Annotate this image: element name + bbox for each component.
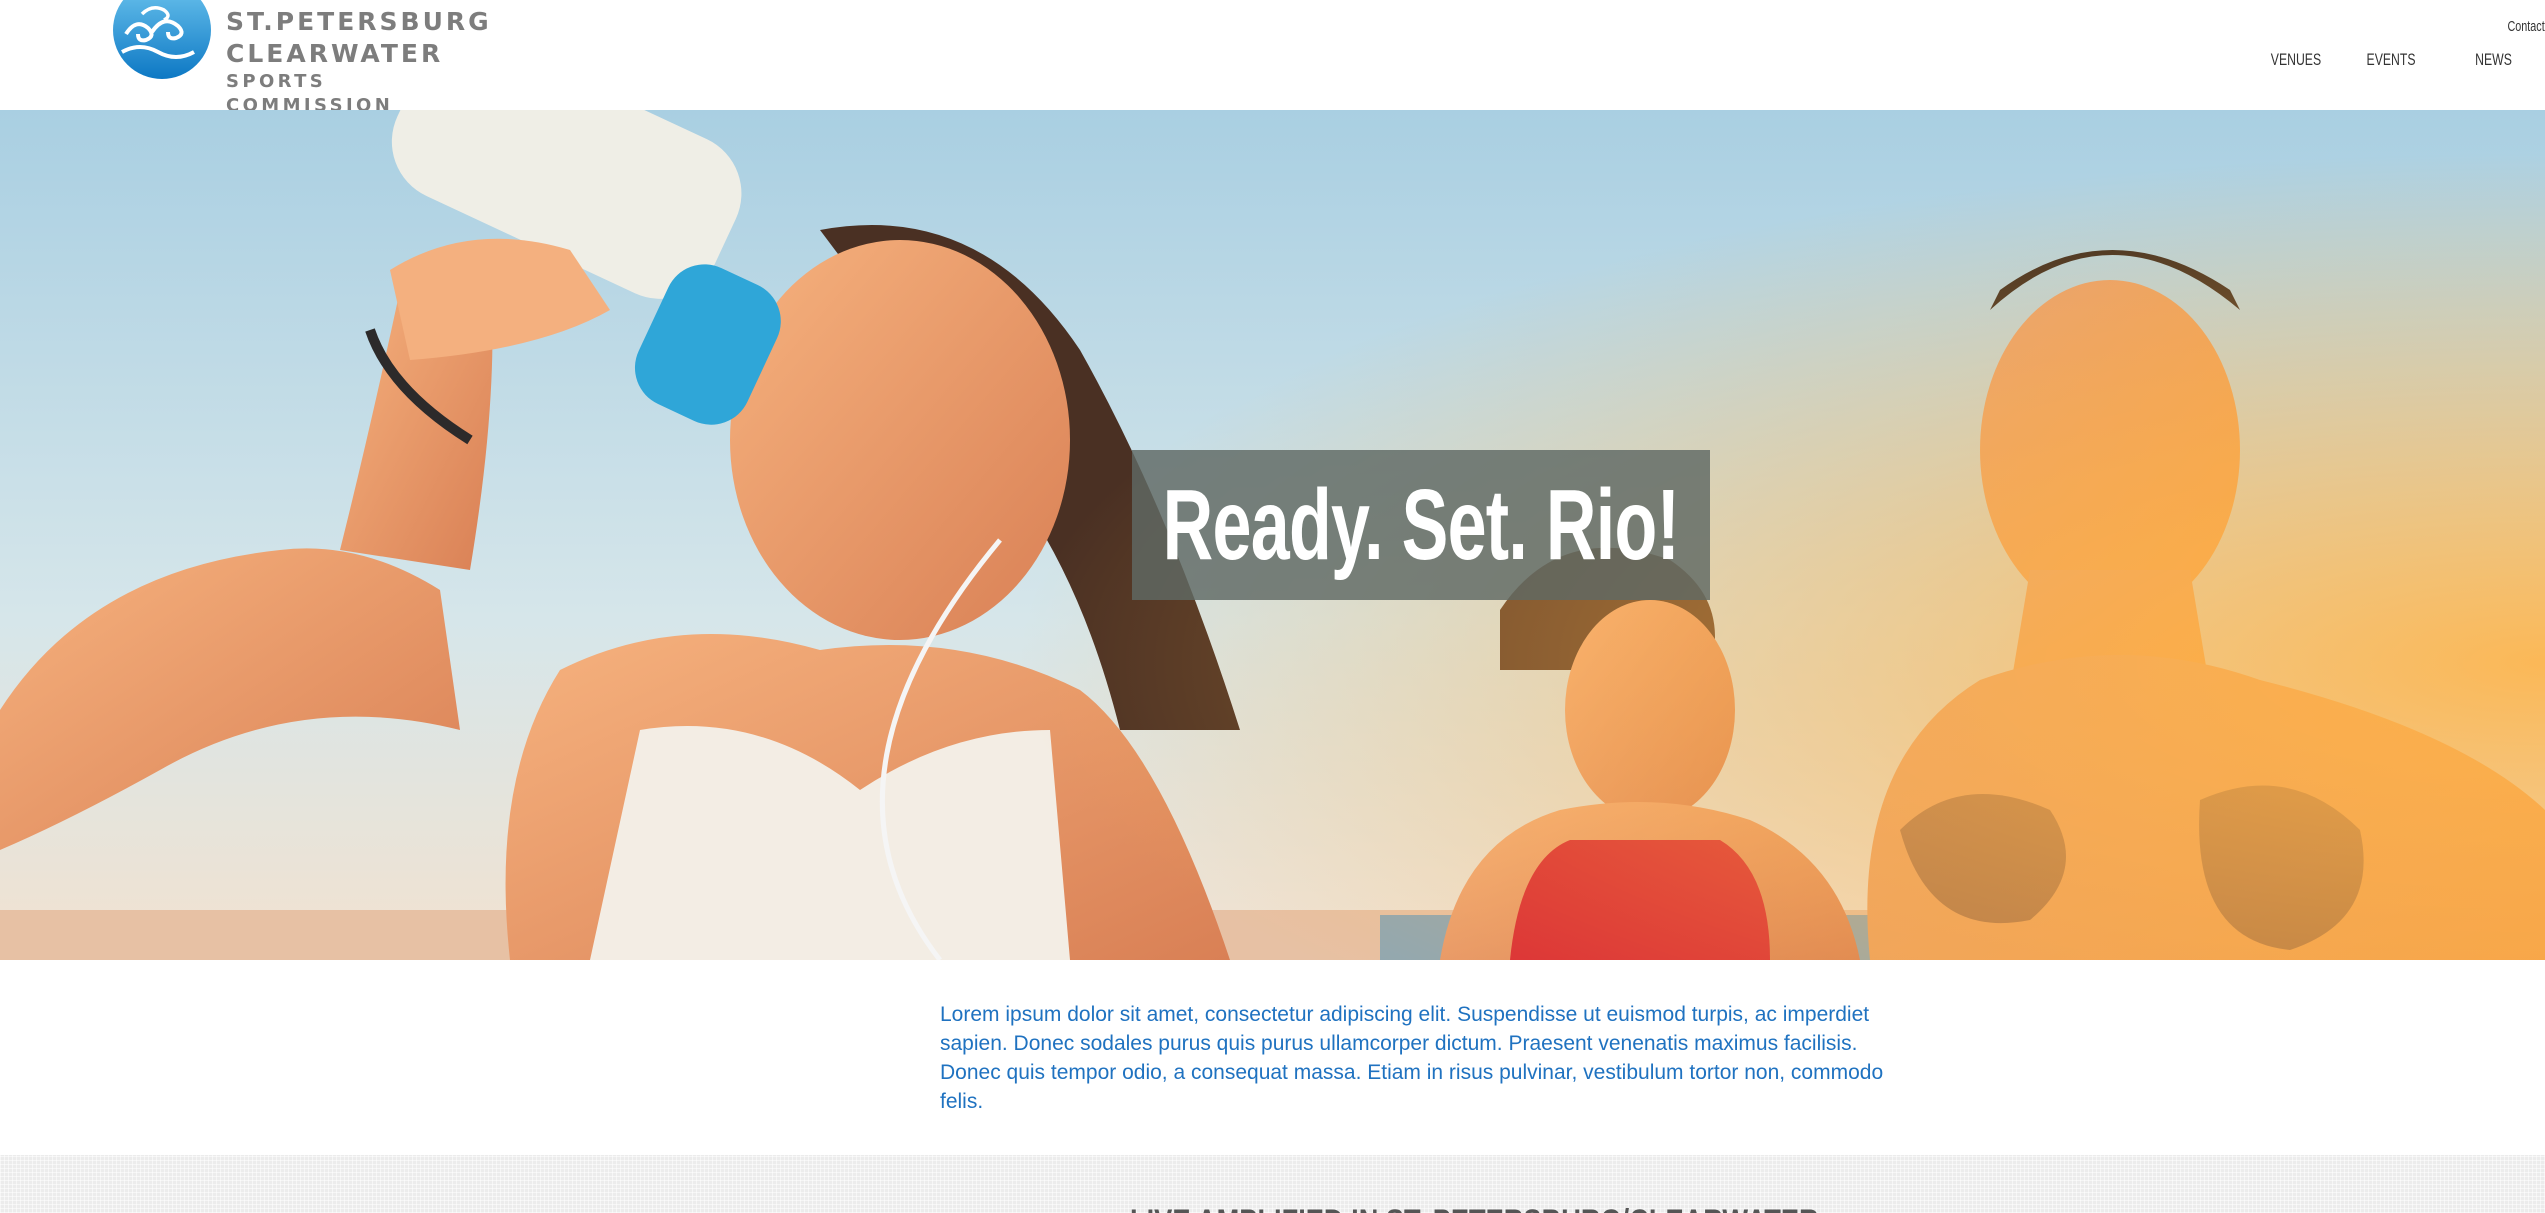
feature-band-heading: LIVE AMPLIFIED IN ST. PETERSBURG/CLEARWA…: [1130, 1203, 1819, 1213]
intro-section: Lorem ipsum dolor sit amet, consectetur …: [0, 960, 2545, 1155]
nav-venues[interactable]: VENUES: [2271, 50, 2321, 70]
hero-banner: Ready. Set. Rio!: [0, 110, 2545, 960]
nav-events[interactable]: EVENTS: [2366, 50, 2415, 70]
site-header: ST.PETERSBURG CLEARWATER SPORTS COMMISSI…: [0, 0, 2545, 116]
feature-band: LIVE AMPLIFIED IN ST. PETERSBURG/CLEARWA…: [0, 1155, 2545, 1213]
intro-paragraph: Lorem ipsum dolor sit amet, consectetur …: [940, 1003, 1884, 1113]
contact-link[interactable]: Contact: [2508, 18, 2545, 35]
site-logo-link[interactable]: ST.PETERSBURG CLEARWATER SPORTS COMMISSI…: [112, 0, 489, 116]
logo-wordmark: ST.PETERSBURG CLEARWATER SPORTS COMMISSI…: [226, 6, 492, 118]
logo-line-2: CLEARWATER: [226, 39, 444, 68]
nav-news[interactable]: NEWS: [2475, 50, 2512, 70]
logo-line-1: ST.PETERSBURG: [226, 7, 492, 36]
hero-title-box: Ready. Set. Rio!: [1132, 450, 1710, 600]
logo-wave-icon: [113, 0, 211, 79]
hero-title: Ready. Set. Rio!: [1162, 468, 1680, 581]
